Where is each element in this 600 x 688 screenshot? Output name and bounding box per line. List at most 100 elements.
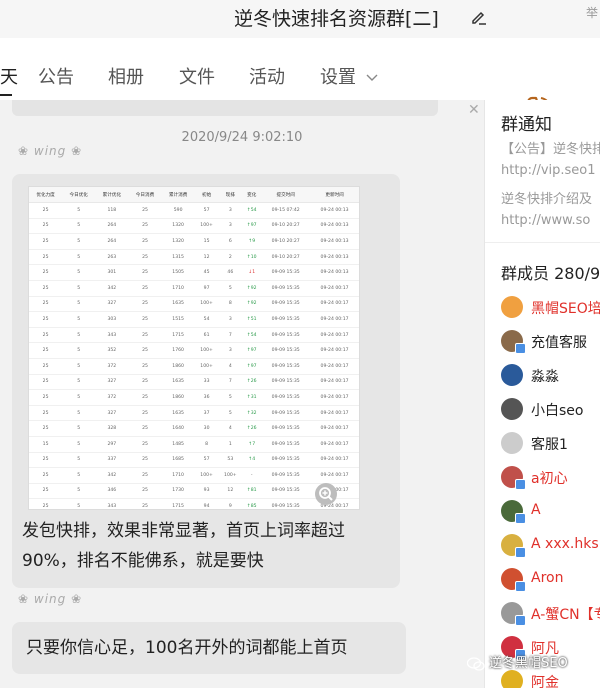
table-cell: 1710	[161, 280, 195, 297]
table-cell: 09-09 15:35	[261, 280, 311, 297]
member-name: Aron	[531, 570, 564, 586]
member-item[interactable]: 阿金	[501, 670, 600, 688]
member-item[interactable]: 淼淼	[501, 364, 600, 388]
table-cell: 09-09 15:35	[261, 405, 311, 422]
tab-activity[interactable]: 活动	[249, 63, 285, 89]
table-cell: 342	[95, 280, 129, 297]
table-cell: 1635	[161, 296, 195, 313]
table-row: 25 5 337 25 1685 57 53 ↑4 09-09 15:35 09-24 00:17	[29, 452, 359, 469]
member-name: 客服1	[531, 437, 568, 453]
table-cell: 09-09 15:35	[261, 467, 311, 484]
message-bubble-text[interactable]: 只要你信心足，100名开外的词都能上首页	[12, 622, 406, 674]
table-cell: 100+	[194, 358, 219, 375]
member-avatar	[501, 432, 523, 454]
table-cell: 342	[95, 467, 129, 484]
table-cell: 25	[128, 405, 162, 422]
table-cell: 6	[218, 233, 243, 250]
member-name: A	[531, 502, 541, 518]
table-cell: 5	[62, 327, 96, 344]
tab-announcement[interactable]: 公告	[38, 63, 74, 89]
table-cell: 25	[29, 483, 63, 500]
table-cell: 5	[218, 405, 243, 422]
table-cell: 09-24 00:17	[310, 280, 359, 297]
table-header-cell: 今日消费	[128, 187, 162, 203]
table-header-cell: 今日优化	[62, 187, 96, 203]
member-item[interactable]: 充值客服	[501, 330, 600, 354]
table-row: 25 5 301 25 1505 45 46 ↓1 09-09 15:35 09-24 00:13	[29, 264, 359, 281]
table-cell: 09-24 00:13	[310, 202, 359, 219]
member-item[interactable]: A xxx.hks	[501, 534, 600, 558]
avatar-text: wing	[33, 144, 67, 158]
table-row: 25 5 352 25 1760 100+ 3 ↑97 09-09 15:35 09-24 00:…	[29, 342, 359, 359]
table-cell: 327	[95, 405, 129, 422]
table-cell: 5	[62, 483, 96, 500]
table-cell: 590	[161, 202, 195, 219]
table-cell: 09-24 00:17	[310, 389, 359, 406]
ranking-table: 优化力度 今日优化 累计优化 今日消费 累计消费 初始 现排 变化 提交时间 更新时间 25 5 11…	[29, 187, 359, 509]
tab-album[interactable]: 相册	[108, 63, 144, 89]
table-row: 25 5 328 25 1640 30 4 ↑26 09-09 15:35 09-24 00:17	[29, 420, 359, 437]
table-cell: 25	[29, 374, 63, 391]
table-cell: 4	[218, 420, 243, 437]
member-name: 小白seo	[531, 403, 584, 419]
table-cell: 5	[62, 374, 96, 391]
notice-line-1[interactable]: 【公告】逆冬快排	[501, 138, 600, 157]
table-cell: 12	[218, 483, 243, 500]
table-cell: 25	[128, 498, 162, 509]
sender-avatar[interactable]: ❀ wing ❀	[18, 144, 82, 158]
member-item[interactable]: 小白seo	[501, 398, 600, 422]
member-item[interactable]: a初心	[501, 466, 600, 490]
member-badge-icon	[515, 513, 526, 524]
chat-panel[interactable]: ✕ 2020/9/24 9:02:10 ❀ wing ❀ 优化力度 今日优化 累计优…	[0, 100, 484, 688]
message-bubble-image[interactable]: 优化力度 今日优化 累计优化 今日消费 累计消费 初始 现排 变化 提交时间 更新时间 25 5 11…	[12, 174, 400, 588]
table-cell: 09-24 00:17	[310, 420, 359, 437]
table-cell: 25	[128, 202, 162, 219]
table-header-cell: 变化	[242, 187, 262, 203]
notice-line-2[interactable]: http://vip.seo1	[501, 163, 596, 178]
member-name: A xxx.hks	[531, 536, 599, 552]
table-cell: 54	[194, 311, 219, 328]
watermark: 逆冬黑帽SEO	[467, 652, 568, 671]
table-cell: 36	[194, 389, 219, 406]
zoom-in-icon[interactable]	[314, 482, 338, 506]
table-cell: 1485	[161, 436, 195, 453]
table-cell: 1320	[161, 233, 195, 250]
ranking-screenshot-image[interactable]: 优化力度 今日优化 累计优化 今日消费 累计消费 初始 现排 变化 提交时间 更新时间 25 5 11…	[28, 186, 360, 510]
tab-settings[interactable]: 设置	[320, 63, 378, 89]
group-notice-title: 群通知	[501, 115, 552, 135]
notice-line-3[interactable]: 逆冬快排介绍及	[501, 188, 592, 207]
tab-chat[interactable]: 天	[0, 63, 18, 89]
member-item[interactable]: 客服1	[501, 432, 600, 456]
close-icon[interactable]: ✕	[468, 102, 480, 118]
table-cell: 09-24 00:17	[310, 358, 359, 375]
tab-files[interactable]: 文件	[179, 63, 215, 89]
member-item[interactable]: A	[501, 500, 600, 524]
notice-line-4[interactable]: http://www.so	[501, 213, 590, 228]
table-cell: 25	[29, 358, 63, 375]
table-header-cell: 更新时间	[310, 187, 359, 203]
table-cell: 297	[95, 436, 129, 453]
edit-icon[interactable]	[470, 8, 488, 26]
table-cell: 25	[128, 420, 162, 437]
table-cell: 09-09 15:35	[261, 311, 311, 328]
member-name: a初心	[531, 471, 568, 487]
table-cell: 1860	[161, 358, 195, 375]
table-cell: 09-09 15:35	[261, 342, 311, 359]
sender-avatar-2[interactable]: ❀ wing ❀	[18, 592, 82, 606]
member-item[interactable]: 黑帽SEO培	[501, 296, 600, 320]
member-badge-icon	[515, 547, 526, 558]
table-cell: 33	[194, 374, 219, 391]
table-row: 25 5 342 25 1710 100+ 100+ -09-09 15:35 09-24 00…	[29, 467, 359, 484]
member-item[interactable]: Aron	[501, 568, 600, 592]
table-cell: 9	[218, 498, 243, 509]
table-cell: 57	[194, 452, 219, 469]
table-cell: 1320	[161, 218, 195, 235]
table-cell: 09-09 15:35	[261, 374, 311, 391]
table-cell: 343	[95, 498, 129, 509]
wechat-icon	[467, 656, 485, 671]
table-cell: 25	[128, 467, 162, 484]
table-cell: 1710	[161, 467, 195, 484]
member-item[interactable]: A-蟹CN【专	[501, 602, 600, 626]
table-cell: 25	[128, 264, 162, 281]
table-cell: 372	[95, 389, 129, 406]
